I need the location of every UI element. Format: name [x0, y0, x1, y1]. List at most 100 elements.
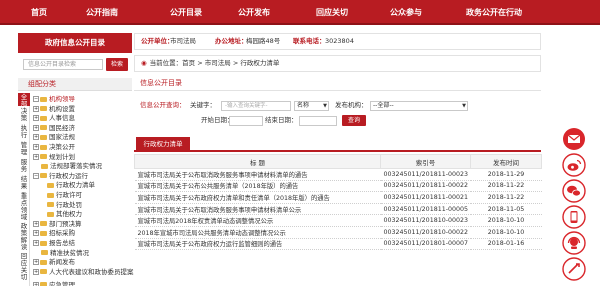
breadcrumb-path[interactable]: 首页 > 市司法局 > 行政权力清单 — [182, 59, 279, 67]
nav-public-participation[interactable]: 公众参与 — [390, 0, 422, 25]
vtab-1[interactable]: 决策 — [18, 107, 30, 123]
row-index: 003245011/201811-00021 — [380, 191, 471, 204]
feedback-icon[interactable] — [556, 256, 592, 282]
table-row[interactable]: 宣城市司法局关于公布公共服务清单（2018年版）的通告 003245011/201… — [134, 180, 542, 193]
nav-open-government-action[interactable]: 政务公开在行动 — [466, 0, 522, 25]
tree-item-label: 行政权力清单 — [56, 181, 95, 190]
tree-item-label: 国家法规 — [49, 133, 75, 142]
table-row[interactable]: 宣城市司法局关于公布取消政务服务事项申请材料清单公示 003245011/2018… — [134, 203, 542, 216]
expand-icon[interactable]: + — [33, 134, 39, 141]
tree-item[interactable]: + 部门预决算 — [33, 220, 82, 228]
org-select[interactable]: --全部-- ▼ — [370, 101, 468, 111]
expand-icon[interactable]: + — [33, 259, 39, 266]
nav-public-release[interactable]: 公开发布 — [238, 0, 270, 25]
tree-item[interactable]: + 报告总结 — [33, 239, 75, 247]
tab-power-list[interactable]: 行政权力清单 — [136, 137, 190, 152]
nav-home[interactable]: 首页 — [31, 0, 47, 25]
tree-item[interactable]: + 新闻发布 — [33, 258, 75, 266]
vtab-6[interactable]: 重点领域 — [18, 192, 30, 221]
table-row[interactable]: 2018年宣城市司法局公共服务清单动态调整情况公示 003245011/20181… — [134, 226, 542, 239]
table-header-row: 标 题 索引号 发布时间 — [134, 154, 542, 169]
vtab-0[interactable]: 全部 — [18, 93, 30, 108]
tree-item[interactable]: 行政权力清单 — [47, 181, 95, 189]
row-title-link[interactable]: 宣城市司法局关于公布取消政务服务事项申请材料清单的通告 — [134, 168, 381, 181]
tree-item[interactable]: + 招标采购 — [33, 229, 75, 237]
tree-item[interactable]: + 应急管理 — [33, 281, 75, 286]
query-button[interactable]: 查询 — [342, 115, 366, 126]
vtab-5[interactable]: 结果 — [18, 175, 30, 191]
expand-icon[interactable]: + — [33, 268, 39, 275]
folder-icon — [40, 106, 47, 112]
row-title-link[interactable]: 宣城市司法局关于公布政府权力清单和责任清单（2018年版）的通告 — [134, 191, 381, 204]
row-date: 2018-11-22 — [470, 180, 542, 193]
row-index: 003245011/201801-00007 — [380, 238, 471, 251]
weibo-icon[interactable] — [556, 152, 592, 178]
table-row[interactable]: 宣城市司法局关于公布政府权力清单和责任清单（2018年版）的通告 00324501… — [134, 191, 542, 204]
catalog-sidebar: 政府信息公开目录 信息公开目录检索 检索 组配分类 全部 决策 执行 管理 服务 结果 重点… — [18, 33, 134, 286]
expand-icon[interactable]: + — [33, 115, 39, 122]
tree-item-label: 行政处罚 — [56, 200, 82, 209]
table-row[interactable]: 宣城市司法局关于公布政府权力运行监管细则的通告 003245011/201801-… — [134, 238, 542, 251]
collapse-icon[interactable]: − — [33, 96, 39, 102]
tree-item[interactable]: 行政处罚 — [47, 201, 82, 209]
nav-public-catalog[interactable]: 公开目录 — [170, 0, 202, 25]
sidebar-title: 政府信息公开目录 — [18, 33, 132, 53]
end-date-input[interactable] — [299, 116, 337, 126]
location-pin-icon: ◉ — [141, 59, 147, 67]
tree-item[interactable]: + 决策公开 — [33, 143, 75, 151]
expand-icon[interactable]: + — [33, 230, 39, 237]
table-row[interactable]: 宣城市司法局2018年权责清单动态调整情况公示 003245011/201810-… — [134, 214, 542, 227]
row-title-link[interactable]: 宣城市司法局关于公布取消政务服务事项申请材料清单公示 — [134, 203, 381, 216]
vtab-7[interactable]: 政策解读 — [18, 222, 30, 251]
expand-icon[interactable]: + — [33, 153, 39, 160]
collapse-icon[interactable]: − — [33, 172, 39, 179]
expand-icon[interactable]: + — [33, 105, 39, 112]
expand-icon[interactable]: + — [33, 240, 39, 246]
row-title-link[interactable]: 2018年宣城市司法局公共服务清单动态调整情况公示 — [134, 226, 381, 239]
tree-item-label: 应急管理 — [49, 280, 75, 286]
tree-item[interactable]: 行政许可 — [47, 191, 82, 199]
tree-item[interactable]: 其他权力 — [47, 210, 82, 218]
tree-item[interactable]: + 人大代表建议和政协委员提案 — [33, 268, 134, 276]
row-title-link[interactable]: 宣城市司法局关于公布公共服务清单（2018年版）的通告 — [134, 180, 381, 193]
tree-item-label: 人事信息 — [49, 114, 75, 123]
expand-icon[interactable]: + — [33, 144, 39, 150]
tree-item[interactable]: + 国民经济 — [33, 124, 75, 132]
unit-label: 公开单位： — [141, 37, 174, 45]
wechat-icon[interactable] — [556, 178, 592, 204]
vtab-4[interactable]: 服务 — [18, 158, 30, 174]
keyword-input[interactable]: -输入查询关键字- — [221, 101, 291, 111]
row-title-link[interactable]: 宣城市司法局关于公布政府权力运行监管细则的通告 — [134, 238, 381, 251]
expand-icon[interactable]: + — [33, 220, 39, 227]
tree-item[interactable]: + 国家法规 — [33, 133, 75, 141]
nav-response[interactable]: 回应关切 — [316, 0, 348, 25]
nav-public-guide[interactable]: 公开指南 — [86, 0, 118, 25]
tree-item[interactable]: + 人事信息 — [33, 114, 75, 122]
tree-item-label: 国民经济 — [49, 123, 75, 132]
vtab-3[interactable]: 管理 — [18, 141, 30, 157]
vtab-8[interactable]: 回应关切 — [18, 252, 30, 281]
org-label: 发布机构： — [335, 101, 368, 109]
start-date-input[interactable] — [229, 116, 263, 126]
row-index: 003245011/201810-00023 — [380, 214, 471, 227]
headset-icon[interactable] — [556, 230, 592, 256]
vtab-2[interactable]: 执行 — [18, 124, 30, 140]
search-field-select[interactable]: 名称 ▼ — [294, 101, 329, 111]
catalog-search-input[interactable]: 信息公开目录检索 — [23, 59, 103, 70]
tree-item[interactable]: − 机构领导 — [33, 95, 75, 103]
catalog-search-button[interactable]: 检索 — [106, 58, 128, 71]
expand-icon[interactable]: + — [33, 281, 39, 286]
expand-icon[interactable]: + — [33, 124, 39, 131]
phone-value: 3023804 — [325, 37, 354, 45]
row-title-link[interactable]: 宣城市司法局2018年权责清单动态调整情况公示 — [134, 214, 381, 227]
tree-item[interactable]: 法规部署落实情况 — [41, 162, 102, 170]
tree-item[interactable]: + 机构设置 — [33, 105, 75, 113]
folder-icon — [40, 282, 47, 286]
tree-item[interactable]: + 规划计划 — [33, 153, 75, 161]
tree-item[interactable]: − 行政权力运行 — [33, 172, 88, 180]
table-row[interactable]: 宣城市司法局关于公布取消政务服务事项申请材料清单的通告 003245011/201… — [134, 168, 542, 181]
mail-icon[interactable] — [556, 126, 592, 152]
mobile-icon[interactable] — [556, 204, 592, 230]
tree-item[interactable]: 精准扶贫情况 — [41, 249, 89, 257]
tree-item-label: 行政权力运行 — [49, 171, 88, 180]
